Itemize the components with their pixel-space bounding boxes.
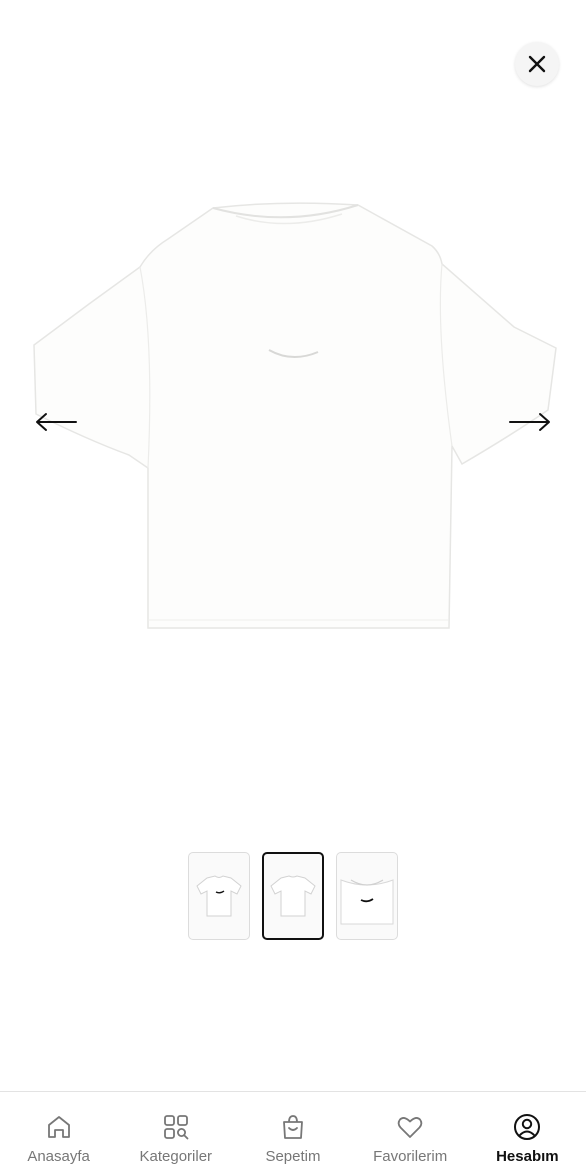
heart-icon (397, 1117, 423, 1138)
previous-image-button[interactable] (33, 405, 79, 439)
thumbnail-detail[interactable] (336, 852, 398, 940)
close-button[interactable] (515, 42, 559, 86)
bottom-navigation: Anasayfa Kategoriler Sepetim Favorilerim (0, 1091, 586, 1170)
nav-categories[interactable]: Kategoriler (117, 1112, 234, 1165)
nav-favorites[interactable]: Favorilerim (352, 1112, 469, 1165)
thumbnail-front[interactable] (188, 852, 250, 940)
thumbnail-strip (188, 852, 398, 940)
categories-icon (163, 1115, 189, 1140)
nav-home-label: Anasayfa (27, 1148, 90, 1165)
nav-account-label: Hesabım (496, 1148, 559, 1165)
nav-home[interactable]: Anasayfa (0, 1112, 117, 1165)
account-icon (514, 1114, 541, 1140)
nav-account[interactable]: Hesabım (469, 1112, 586, 1165)
thumbnail-back[interactable] (262, 852, 324, 940)
arrow-left-icon (36, 413, 77, 431)
nav-cart[interactable]: Sepetim (234, 1112, 351, 1165)
arrow-right-icon (509, 413, 550, 431)
nav-favorites-label: Favorilerim (373, 1148, 448, 1165)
next-image-button[interactable] (507, 405, 553, 439)
nav-categories-label: Kategoriler (139, 1148, 213, 1165)
close-icon (528, 55, 546, 73)
product-main-image[interactable] (0, 150, 586, 690)
home-icon (47, 1116, 70, 1138)
cart-icon (283, 1115, 303, 1139)
nav-cart-label: Sepetim (265, 1148, 321, 1165)
